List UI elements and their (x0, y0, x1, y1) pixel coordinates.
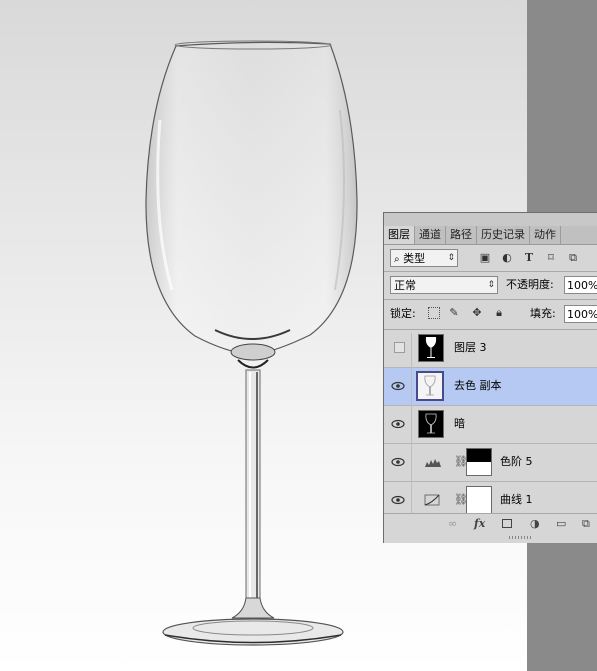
layer-row[interactable]: 暗 (384, 406, 597, 444)
new-layer-icon[interactable]: ⧉ (582, 517, 590, 531)
lock-paint-icon[interactable]: ✎ (447, 306, 461, 320)
blend-row: 正常 ⇕ 不透明度: 100% (384, 275, 597, 295)
divider (384, 299, 597, 300)
fx-icon[interactable]: fx (474, 517, 485, 531)
blend-mode-select[interactable]: 正常 ⇕ (390, 276, 498, 294)
resize-grip[interactable] (509, 536, 531, 539)
type-filter-icon[interactable]: T (522, 251, 536, 265)
layer-filter-select[interactable]: ⌕ 类型 ⇕ (390, 249, 458, 267)
eye-icon[interactable] (391, 418, 405, 430)
levels-icon (425, 459, 441, 467)
layer-name[interactable]: 去色 副本 (454, 378, 502, 394)
layer-thumbnail (418, 334, 444, 362)
tab-history[interactable]: 历史记录 (477, 226, 530, 244)
mask-thumbnail (466, 486, 492, 514)
lock-label: 锁定: (390, 307, 416, 320)
opacity-input[interactable]: 100% (564, 276, 597, 294)
lock-move-icon[interactable]: ✥ (470, 306, 484, 320)
blend-mode-value: 正常 (394, 279, 416, 292)
panel-footer: ∞ fx ◑ ▭ ⧉ (384, 513, 597, 536)
layer-name[interactable]: 曲线 1 (500, 492, 533, 508)
column-divider (411, 444, 412, 482)
lock-transparent-icon[interactable] (428, 307, 440, 319)
search-icon: ⌕ (394, 254, 400, 265)
layer-name[interactable]: 图层 3 (454, 340, 487, 356)
layer-row[interactable]: ⛓ 色阶 5 (384, 444, 597, 482)
image-filter-icon[interactable]: ▣ (478, 251, 492, 265)
panel-drag-bar[interactable] (384, 213, 597, 227)
layer-row[interactable]: ⛓ 曲线 1 (384, 482, 597, 514)
mask-thumbnail (466, 448, 492, 476)
column-divider (411, 368, 412, 406)
smart-object-filter-icon[interactable]: ⧉ (566, 251, 580, 265)
eye-icon[interactable] (391, 380, 405, 392)
chevron-updown-icon: ⇕ (447, 253, 455, 263)
layer-row-selected[interactable]: 去色 副本 (384, 368, 597, 406)
lock-all-icon[interactable]: 🔒︎ (492, 306, 506, 320)
visibility-toggle-off-icon[interactable] (394, 342, 405, 353)
divider (384, 271, 597, 272)
layer-thumbnail (416, 371, 444, 401)
layer-name[interactable]: 色阶 5 (500, 454, 533, 470)
eye-icon[interactable] (391, 494, 405, 506)
folder-icon[interactable]: ▭ (556, 517, 566, 531)
layer-thumbnail (418, 410, 444, 438)
opacity-label: 不透明度: (506, 278, 554, 291)
fill-label: 填充: (530, 307, 556, 320)
tab-layers[interactable]: 图层 (384, 226, 415, 244)
chevron-updown-icon: ⇕ (487, 280, 495, 290)
adjustment-icon[interactable]: ◑ (530, 517, 540, 531)
curves-icon (424, 494, 440, 506)
mask-icon[interactable] (502, 519, 512, 528)
layers-list: 图层 3 去色 副本 暗 ⛓ 色阶 5 ⛓ 曲线 1 (384, 333, 597, 514)
divider (384, 329, 597, 330)
link-layers-icon[interactable]: ∞ (448, 517, 457, 531)
lock-row: 锁定: ✎ ✥ 🔒︎ 填充: 100% (384, 304, 597, 324)
adjustment-filter-icon[interactable]: ◐ (500, 251, 514, 265)
column-divider (411, 482, 412, 514)
fill-input[interactable]: 100% (564, 305, 597, 323)
panel-tabs: 图层 通道 路径 历史记录 动作 (384, 226, 597, 245)
column-divider (411, 333, 412, 368)
tab-actions[interactable]: 动作 (530, 226, 561, 244)
shape-filter-icon[interactable]: ⌑ (544, 251, 558, 265)
filter-type-label: 类型 (403, 252, 426, 265)
filter-row: ⌕ 类型 ⇕ ▣ ◐ T ⌑ ⧉ (384, 247, 597, 269)
layers-panel: 图层 通道 路径 历史记录 动作 ⌕ 类型 ⇕ ▣ ◐ T ⌑ ⧉ 正常 ⇕ 不… (383, 212, 597, 543)
tab-channels[interactable]: 通道 (415, 226, 446, 244)
column-divider (411, 406, 412, 444)
layer-name[interactable]: 暗 (454, 416, 465, 432)
eye-icon[interactable] (391, 456, 405, 468)
layer-row[interactable]: 图层 3 (384, 333, 597, 368)
tab-paths[interactable]: 路径 (446, 226, 477, 244)
